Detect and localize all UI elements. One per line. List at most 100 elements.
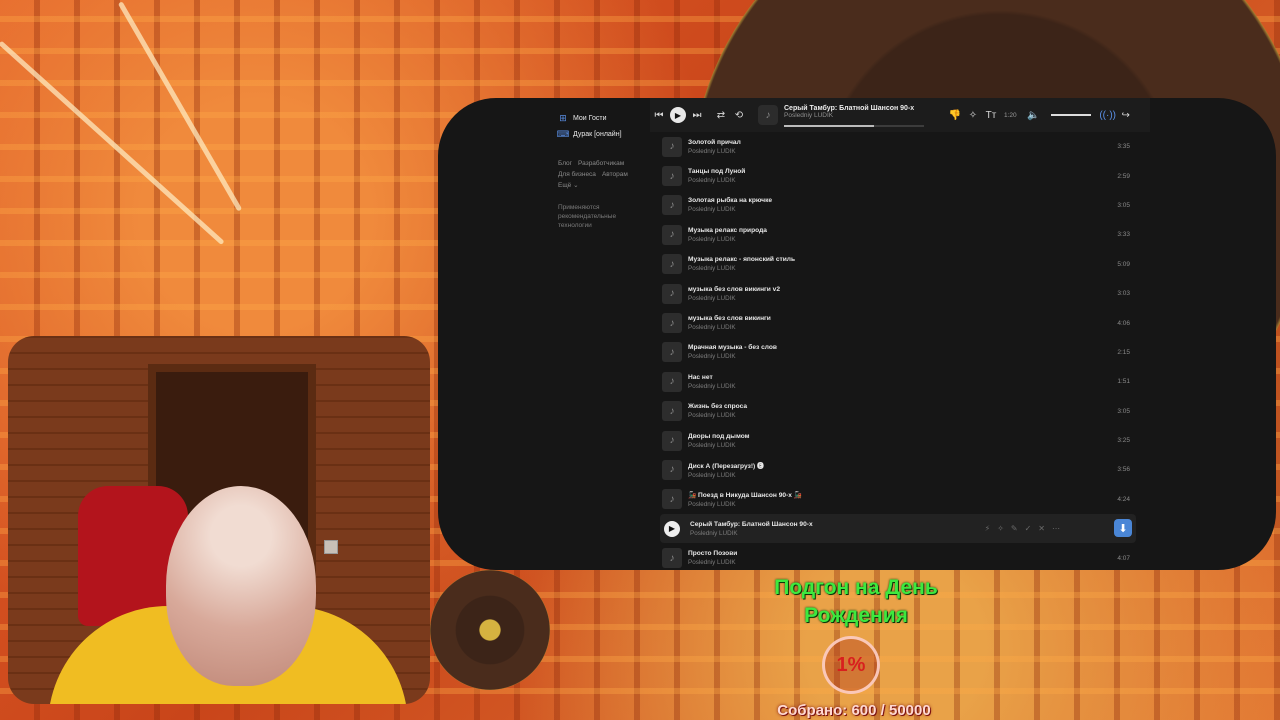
track-row[interactable]: ♪ Музыка релакс природа Posledniy LUDIK 3:3… (660, 220, 1136, 249)
music-note-icon[interactable]: ♪ (662, 166, 682, 187)
link-authors[interactable]: Авторам (602, 171, 628, 178)
music-note-icon[interactable]: ♪ (662, 459, 682, 480)
track-artist[interactable]: Posledniy LUDIK (688, 501, 1136, 508)
progress-fill (784, 125, 874, 127)
track-row[interactable]: ♪ Золотая рыбка на крючке Posledniy LUDIK 3… (660, 191, 1136, 220)
track-title: музыка без слов викинги v2 (688, 285, 781, 293)
track-meta: Танцы под Луной Posledniy LUDIK (688, 168, 1136, 184)
track-title: Золотой причал (688, 138, 741, 146)
track-title: 🚂 Поезд в Никуда Шансон 90-х 🚂 (688, 491, 802, 499)
check-icon[interactable]: ✓ (1025, 524, 1032, 533)
track-artist[interactable]: Posledniy LUDIK (688, 295, 1136, 302)
music-note-icon[interactable]: ♪ (662, 401, 682, 422)
track-artist[interactable]: Posledniy LUDIK (688, 148, 1136, 155)
track-meta: Музыка релакс природа Posledniy LUDIK (688, 227, 1136, 243)
shuffle-icon[interactable]: ⇄ (712, 110, 730, 121)
track-row[interactable]: ♪ Жизнь без спроса Posledniy LUDIK 3:05 (660, 397, 1136, 426)
track-duration: 4:06 (1117, 319, 1130, 327)
track-row[interactable]: ♪ музыка без слов викинги v2 Posledniy LUD… (660, 279, 1136, 308)
track-row[interactable]: ♪ Нас нет Posledniy LUDIK 1:51 (660, 367, 1136, 396)
track-artist[interactable]: Posledniy LUDIK (688, 236, 1136, 243)
track-meta: 🚂 Поезд в Никуда Шансон 90-х 🚂 Posledniy … (688, 491, 1136, 508)
link-business[interactable]: Для бизнеса (558, 171, 596, 178)
link-developers[interactable]: Разработчикам (578, 160, 624, 167)
track-row[interactable]: ♪ Диск А (Перезагруз!) 🅔 Posledniy LUDIK 3:… (660, 455, 1136, 484)
volume-slider[interactable] (1050, 114, 1091, 116)
track-artist[interactable]: Posledniy LUDIK (688, 353, 1136, 360)
sidebar-item-guests[interactable]: ⊞ Мои Гости (558, 110, 648, 126)
track-row[interactable]: ♪ Золотой причал Posledniy LUDIK 3:35 (660, 132, 1136, 161)
lyrics-icon[interactable]: Tт (982, 110, 1000, 121)
track-title: Музыка релакс - японский стиль (688, 256, 796, 264)
track-duration: 2:59 (1117, 172, 1130, 180)
play-button[interactable]: ▶ (670, 107, 686, 123)
play-icon[interactable]: ▶ (664, 520, 680, 537)
track-title: Жизнь без спроса (688, 403, 748, 411)
music-note-icon[interactable]: ♪ (662, 548, 682, 569)
track-meta: Золотая рыбка на крючке Posledniy LUDIK (688, 197, 1136, 213)
track-meta: Просто Позови Posledniy LUDIK (688, 550, 1136, 566)
broadcast-icon[interactable]: ((·)) (1099, 110, 1117, 121)
track-artist[interactable]: Posledniy LUDIK (688, 177, 1136, 184)
previous-icon[interactable]: ⏮ (650, 110, 668, 121)
track-title: Диск А (Перезагруз!) 🅔 (688, 463, 764, 471)
track-artist[interactable]: Posledniy LUDIK (690, 530, 1136, 537)
track-duration: 3:33 (1117, 231, 1130, 239)
donation-percent: 1% (836, 653, 866, 676)
music-note-icon[interactable]: ♪ (662, 224, 682, 245)
music-note-icon[interactable]: ♪ (662, 430, 682, 451)
progress-bar[interactable] (784, 125, 924, 127)
track-duration: 3:25 (1117, 437, 1130, 445)
music-note-icon[interactable]: ♪ (662, 254, 682, 275)
track-row[interactable]: ♪ Мрачная музыка - без слов Posledniy LUDI… (660, 338, 1136, 367)
recommendation-note: Применяются рекомендательные технологии (558, 204, 617, 229)
track-artist[interactable]: Posledniy LUDIK (688, 412, 1136, 419)
download-button[interactable]: ⬇ (1114, 519, 1132, 538)
lightning-icon[interactable]: ⚡ (985, 524, 991, 533)
track-artist[interactable]: Posledniy LUDIK (688, 206, 1136, 213)
track-row[interactable]: ♪ музыка без слов викинги Posledniy LUDIK 4… (660, 308, 1136, 337)
track-artist[interactable]: Posledniy LUDIK (688, 265, 1136, 272)
music-note-icon[interactable]: ♪ (662, 342, 682, 363)
track-meta: Серый Тамбур: Блатной Шансон 90-х Posledn… (690, 521, 1136, 537)
track-artist[interactable]: Posledniy LUDIK (688, 324, 1136, 331)
track-row[interactable]: ♪ Дворы под дымом Posledniy LUDIK 3:25 (660, 426, 1136, 455)
track-title: Танцы под Луной (688, 168, 746, 176)
track-artist[interactable]: Posledniy LUDIK (688, 472, 1136, 479)
repeat-icon[interactable]: ⟲ (730, 110, 748, 121)
track-artist[interactable]: Posledniy LUDIK (688, 559, 1136, 566)
link-more[interactable]: Ещё ⌄ (558, 182, 579, 189)
music-note-icon[interactable]: ♪ (662, 283, 682, 304)
track-artist[interactable]: Posledniy LUDIK (688, 383, 1136, 390)
music-note-icon[interactable]: ♪ (662, 489, 682, 510)
music-note-icon[interactable]: ♪ (662, 195, 682, 216)
track-meta: Мрачная музыка - без слов Posledniy LUDIK (688, 344, 1136, 360)
track-row[interactable]: ♪ Танцы под Луной Posledniy LUDIK 2:59 (660, 161, 1136, 190)
edit-icon[interactable]: ✎ (1011, 524, 1018, 533)
close-icon[interactable]: ✕ (1038, 524, 1045, 533)
more-icon[interactable]: ⋯ (1052, 524, 1060, 533)
next-icon[interactable]: ⏭ (688, 110, 706, 121)
track-artist[interactable]: Posledniy LUDIK (688, 442, 1136, 449)
music-note-icon: ♪ (758, 105, 778, 125)
donation-goal-title: Подгон на День Рождения (774, 576, 938, 627)
sparkle-icon[interactable]: ✧ (964, 110, 982, 121)
track-row[interactable]: ♪ Просто Позови Posledniy LUDIK 4:07 (660, 543, 1136, 570)
donation-collected: Собрано: 600 / 50000 (777, 702, 931, 719)
link-blog[interactable]: Блог (558, 160, 572, 167)
share-icon[interactable]: ↪ (1117, 110, 1135, 121)
volume-icon[interactable]: 🔈 (1025, 110, 1043, 121)
vinyl-record-decoration (430, 570, 550, 690)
track-row[interactable]: ♪ Музыка релакс - японский стиль Posledniy… (660, 250, 1136, 279)
dislike-icon[interactable]: 👎 (946, 110, 964, 121)
music-note-icon[interactable]: ♪ (662, 136, 682, 157)
track-row[interactable]: ▶ Серый Тамбур: Блатной Шансон 90-х Posled… (660, 514, 1136, 544)
now-playing-artist[interactable]: Posledniy LUDIK (784, 112, 924, 119)
track-duration: 1:51 (1117, 378, 1130, 386)
sparkle-icon[interactable]: ✧ (997, 524, 1004, 533)
track-row[interactable]: ♪ 🚂 Поезд в Никуда Шансон 90-х 🚂 Posledniy… (660, 485, 1136, 514)
music-note-icon[interactable]: ♪ (662, 313, 682, 334)
track-title: Мрачная музыка - без слов (688, 344, 777, 352)
sidebar-item-durak[interactable]: ⌨ Дурак [онлайн] (557, 126, 648, 142)
music-note-icon[interactable]: ♪ (662, 371, 682, 392)
